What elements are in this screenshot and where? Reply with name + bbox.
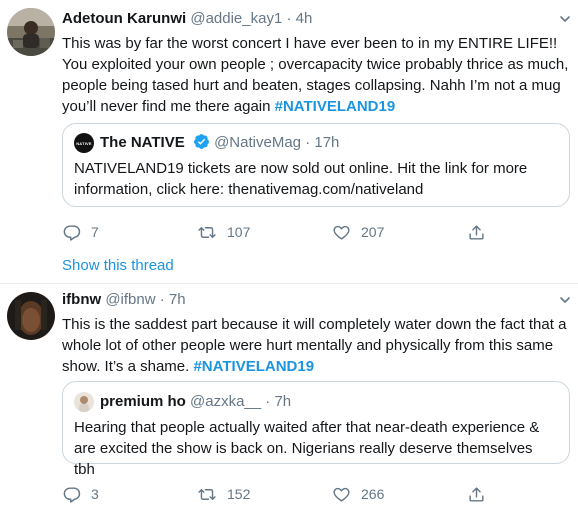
tweet-time[interactable]: 4h — [296, 10, 313, 27]
tweet-header: ifbnw @ifbnw · 7h — [62, 290, 186, 310]
author-handle[interactable]: @addie_kay1 — [190, 10, 282, 27]
quoted-time[interactable]: 7h — [274, 393, 291, 410]
heart-icon — [333, 225, 350, 240]
retweet-icon — [198, 488, 216, 500]
like-count: 207 — [361, 224, 385, 240]
like-count: 266 — [361, 486, 385, 502]
quoted-text: NATIVELAND19 tickets are now sold out on… — [74, 160, 528, 198]
retweet-icon — [198, 226, 216, 238]
retweet-button[interactable]: 152 — [197, 484, 250, 504]
native-logo-text: NATIVE — [76, 140, 92, 146]
separator-dot: · — [305, 134, 311, 151]
separator-dot: · — [159, 291, 165, 308]
avatar-ifbnw[interactable] — [7, 292, 55, 340]
tweet-time[interactable]: 7h — [169, 291, 186, 308]
author-name[interactable]: ifbnw — [62, 291, 101, 308]
quoted-handle[interactable]: @NativeMag — [214, 134, 301, 151]
native-logo-avatar: NATIVE — [74, 133, 94, 153]
retweet-count: 152 — [227, 486, 251, 502]
quoted-text: Hearing that people actually waited afte… — [74, 419, 540, 478]
reply-button[interactable]: 7 — [62, 222, 99, 242]
quoted-time[interactable]: 17h — [314, 134, 339, 151]
reply-count: 3 — [91, 486, 99, 502]
quoted-header: The NATIVE @NativeMag · 17h — [100, 133, 339, 153]
tweet-header: Adetoun Karunwi @addie_kay1 · 4h — [62, 9, 312, 29]
avatar-addie[interactable] — [7, 8, 55, 56]
tweet-2[interactable]: ifbnw @ifbnw · 7h This is the saddest pa… — [0, 284, 578, 506]
tweet-text-body: This is the saddest part because it will… — [62, 316, 567, 375]
tweet-actions: 7 107 207 — [62, 222, 492, 242]
tweet-1[interactable]: Adetoun Karunwi @addie_kay1 · 4h This wa… — [0, 0, 578, 284]
heart-icon — [333, 487, 350, 502]
quoted-author-name[interactable]: The NATIVE — [100, 134, 185, 151]
chevron-down-icon[interactable] — [560, 14, 570, 24]
retweet-count: 107 — [227, 224, 251, 240]
like-button[interactable]: 207 — [332, 222, 384, 242]
quoted-handle[interactable]: @azxka__ — [190, 393, 261, 410]
avatar-image — [7, 292, 55, 340]
reply-icon — [63, 224, 81, 241]
share-button[interactable] — [467, 222, 486, 242]
separator-dot: · — [286, 10, 292, 27]
separator-dot: · — [265, 393, 271, 410]
quoted-header: premium ho @azxka__ · 7h — [100, 392, 291, 412]
quoted-tweet[interactable]: NATIVE The NATIVE @NativeMag · 17h NATIV… — [62, 123, 570, 207]
avatar-image — [7, 8, 55, 56]
share-icon — [469, 486, 484, 502]
chevron-down-icon[interactable] — [560, 295, 570, 305]
like-button[interactable]: 266 — [332, 484, 384, 504]
verified-badge-icon — [193, 134, 209, 149]
hashtag-link[interactable]: #NATIVELAND19 — [193, 358, 314, 375]
author-name[interactable]: Adetoun Karunwi — [62, 10, 186, 27]
quoted-author-name[interactable]: premium ho — [100, 393, 186, 410]
reply-button[interactable]: 3 — [62, 484, 99, 504]
share-icon — [469, 224, 484, 240]
reply-icon — [63, 486, 81, 503]
quoted-tweet[interactable]: premium ho @azxka__ · 7h Hearing that pe… — [62, 381, 570, 478]
tweet-text: This was by far the worst concert I have… — [62, 33, 572, 117]
tweet-text: This is the saddest part because it will… — [62, 314, 572, 377]
author-handle[interactable]: @ifbnw — [105, 291, 155, 308]
tweet-actions: 3 152 266 — [62, 484, 492, 504]
share-button[interactable] — [467, 484, 486, 504]
retweet-button[interactable]: 107 — [197, 222, 250, 242]
quoted-avatar — [74, 392, 94, 412]
reply-count: 7 — [91, 224, 99, 240]
hashtag-link[interactable]: #NATIVELAND19 — [275, 98, 396, 115]
show-thread-link[interactable]: Show this thread — [62, 257, 174, 274]
